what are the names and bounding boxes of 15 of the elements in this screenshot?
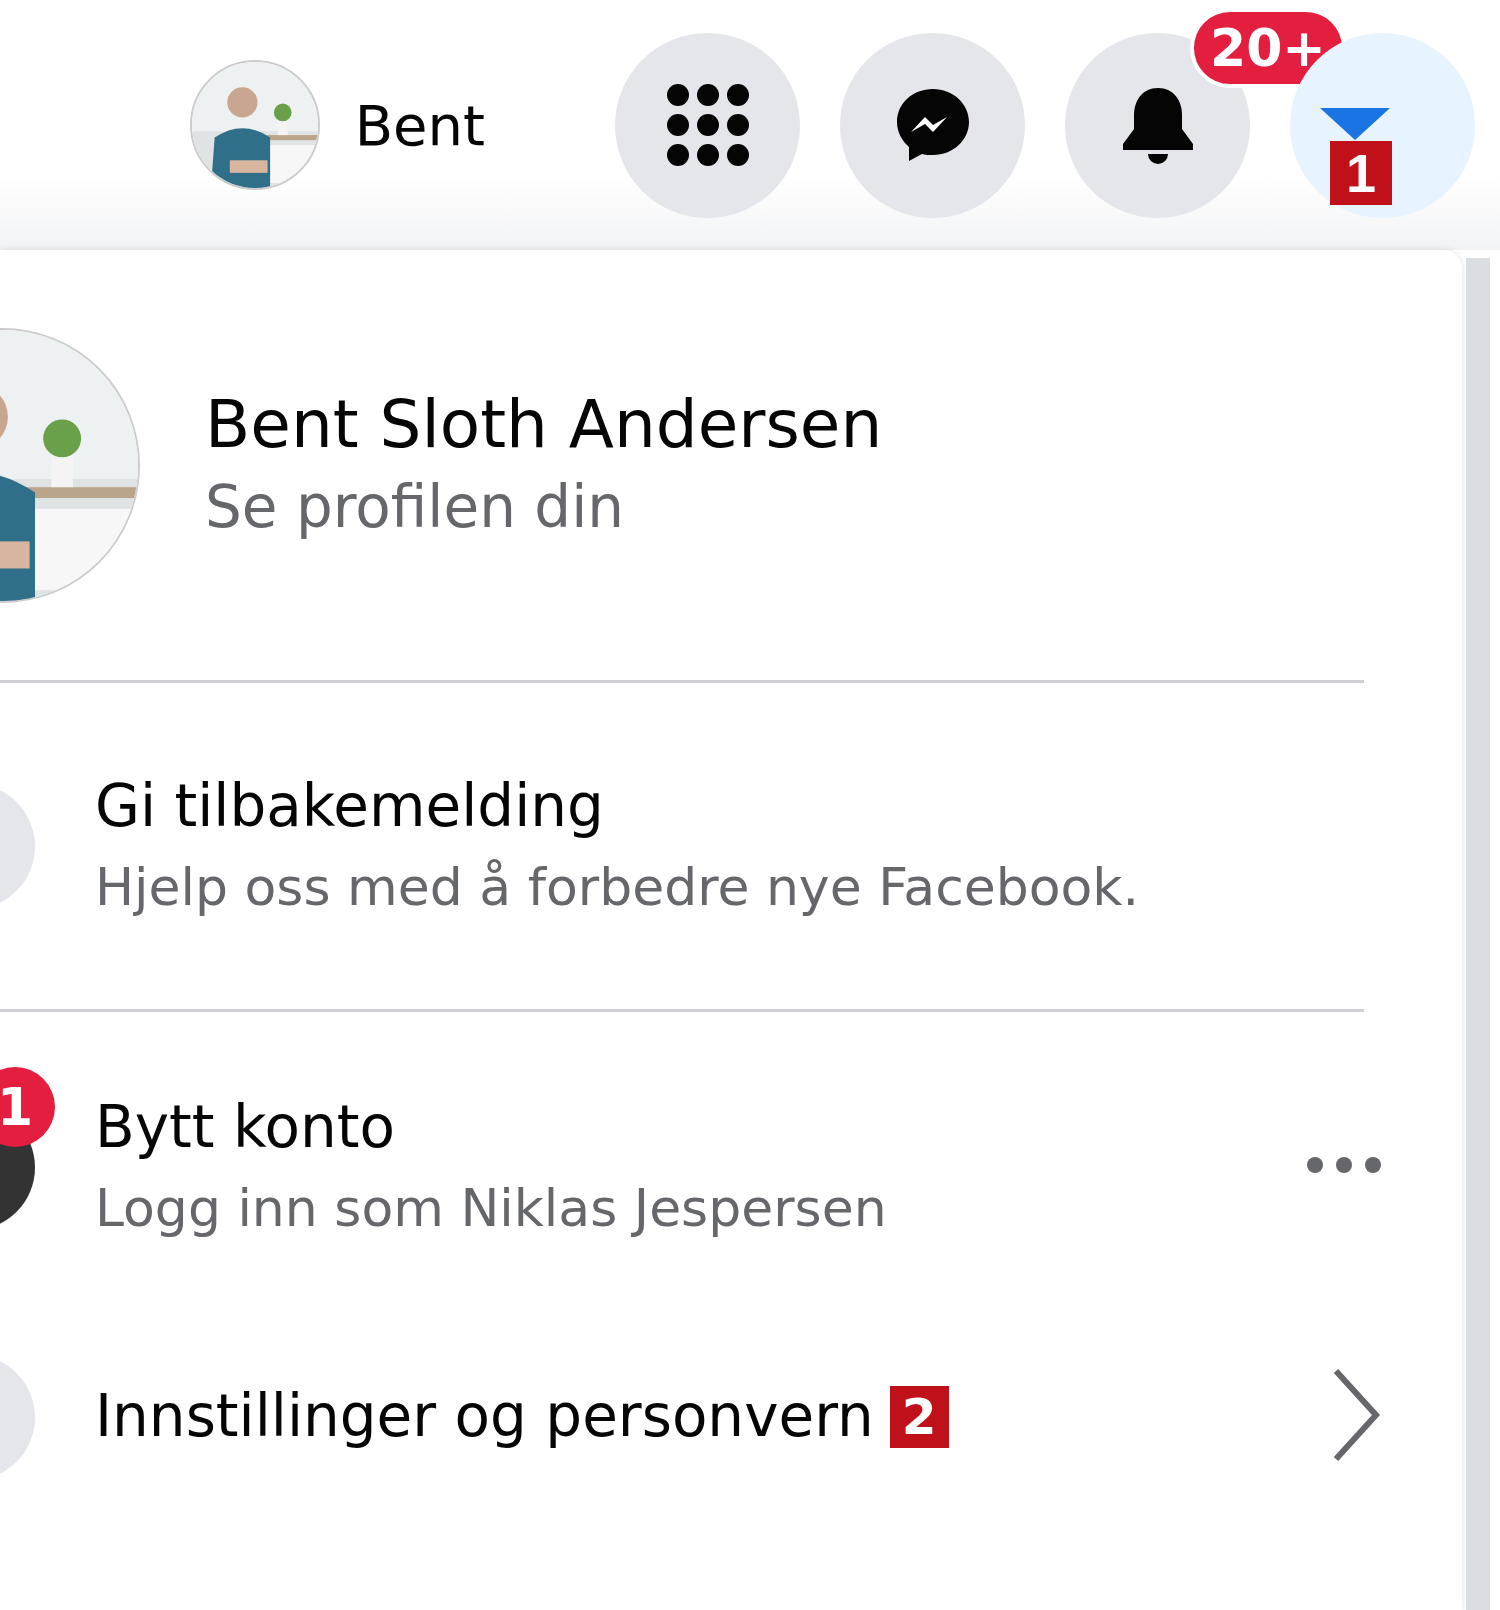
menu-item-title[interactable]: Bytt konto <box>95 1087 396 1169</box>
caret-icon <box>1320 107 1390 140</box>
profile-link[interactable]: Se profilen din <box>205 467 883 549</box>
notification-badge: 1 <box>0 1067 55 1147</box>
grid-icon <box>665 83 750 167</box>
menu-item-title[interactable]: Innstillinger og personvern <box>95 1376 874 1458</box>
more-icon[interactable] <box>1306 1156 1382 1174</box>
menu-item-title[interactable]: Gi tilbakemelding <box>95 766 604 848</box>
profile-name[interactable]: Bent Sloth Andersen <box>205 381 883 468</box>
annotation-marker: 2 <box>889 1386 949 1448</box>
scrollbar[interactable] <box>1466 258 1490 1610</box>
menu-item-subtitle: Hjelp oss med å forbedre nye Facebook. <box>95 855 1139 919</box>
menu-item-subtitle: Logg inn som Niklas Jespersen <box>95 1176 887 1240</box>
profile-name[interactable]: Bent <box>354 92 485 158</box>
annotation-marker: 1 <box>1330 140 1392 205</box>
